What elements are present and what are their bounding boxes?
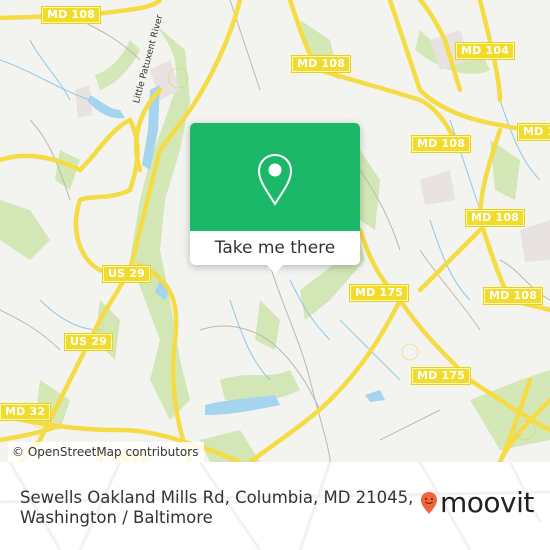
road-shield-md108: MD 108 [290, 55, 352, 73]
road-shield-md175: MD 175 [410, 367, 472, 385]
popup-header [190, 123, 360, 231]
road-shield-md108: MD 108 [40, 6, 102, 24]
road-shield-md108: MD 108 [410, 135, 472, 153]
moovit-logo[interactable]: moovit [420, 489, 534, 517]
map-pin-icon [257, 153, 293, 206]
road-shield-md108: MD 108 [482, 287, 544, 305]
location-popup: Take me there [190, 123, 360, 274]
moovit-pin-icon [421, 492, 437, 514]
road-shield-us29: US 29 [64, 333, 113, 351]
osm-attribution[interactable]: © OpenStreetMap contributors [8, 442, 205, 462]
road-shield-md32: MD 32 [0, 403, 52, 421]
road-shield-md104: MD 104 [454, 42, 516, 60]
road-shield-md108: MD 108 [516, 123, 550, 141]
road-shield-md108: MD 108 [464, 209, 526, 227]
road-shield-us29: US 29 [102, 265, 151, 283]
popup-pointer [266, 264, 284, 274]
take-me-there-button[interactable]: Take me there [190, 231, 360, 265]
moovit-wordmark: moovit [440, 486, 534, 519]
address-line-2: Washington / Baltimore [20, 508, 213, 527]
footer: Sewells Oakland Mills Rd, Columbia, MD 2… [0, 462, 550, 550]
map-view[interactable]: Little Patuxent River MD 108 MD 108 MD 1… [0, 0, 550, 462]
address-line-1: Sewells Oakland Mills Rd, Columbia, MD 2… [20, 488, 414, 507]
address-text: Sewells Oakland Mills Rd, Columbia, MD 2… [20, 488, 413, 528]
road-shield-md175: MD 175 [348, 284, 410, 302]
